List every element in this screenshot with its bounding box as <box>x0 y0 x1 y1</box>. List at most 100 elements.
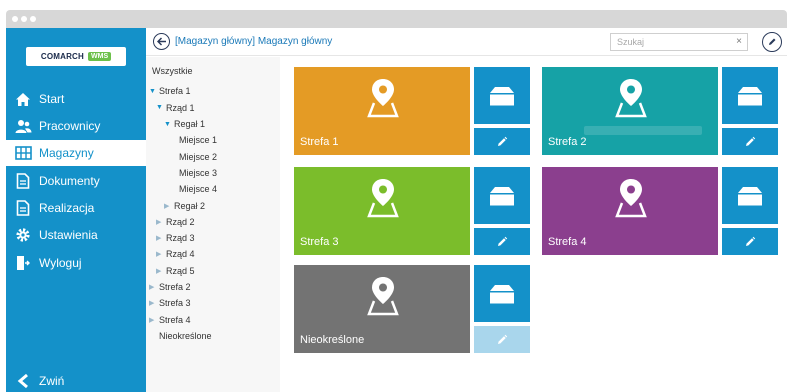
sidebar-item-dokumenty[interactable]: Dokumenty <box>6 168 146 194</box>
zone-edit-button[interactable] <box>474 128 530 155</box>
zone-edit-button[interactable] <box>722 128 778 155</box>
tree-item[interactable]: Miejsce 3 <box>146 165 280 181</box>
gear-icon <box>14 227 32 243</box>
sidebar-item-pracownicy[interactable]: Pracownicy <box>6 113 146 139</box>
collapse-button[interactable]: Zwiń <box>6 368 146 392</box>
tree-item[interactable]: Miejsce 2 <box>146 148 280 164</box>
pencil-icon <box>769 38 776 45</box>
sidebar-item-label: Start <box>39 92 65 106</box>
box-icon <box>738 86 762 105</box>
expanded-arrow-icon: ▼ <box>156 104 163 112</box>
tree-item-label: Strefa 4 <box>159 314 191 325</box>
sidebar-item-ustawienia[interactable]: Ustawienia <box>6 222 146 248</box>
sidebar-item-label: Wyloguj <box>39 256 82 270</box>
zone-tile-strefa-2[interactable]: Strefa 2 <box>542 67 718 155</box>
zone-label: Strefa 2 <box>548 136 587 148</box>
tree-item[interactable]: ▶ Strefa 3 <box>146 295 280 311</box>
zone-contents-button[interactable] <box>474 265 530 322</box>
arrow-left-icon <box>156 37 166 46</box>
sidebar-item-wyloguj[interactable]: Wyloguj <box>6 250 146 276</box>
zone-contents-button[interactable] <box>722 67 778 124</box>
search-box: × <box>610 33 748 51</box>
zone-contents-button[interactable] <box>722 167 778 224</box>
window-titlebar <box>6 10 787 28</box>
sidebar-item-label: Ustawienia <box>39 228 98 242</box>
box-icon <box>490 284 514 303</box>
tree-item-label: Rząd 2 <box>166 216 195 227</box>
collapsed-arrow-icon: ▶ <box>164 202 170 210</box>
tree-item[interactable]: Miejsce 1 <box>146 132 280 148</box>
tree-item-all[interactable]: Wszystkie <box>146 63 280 79</box>
sidebar-item-start[interactable]: Start <box>6 86 146 112</box>
back-button[interactable] <box>153 33 170 50</box>
window-dot-icon <box>21 16 27 22</box>
breadcrumb[interactable]: [Magazyn główny] Magazyn główny <box>175 36 332 47</box>
tree-item-label: Strefa 1 <box>159 86 191 97</box>
map-pin-icon <box>615 179 647 218</box>
tree-item[interactable]: ▶ Rząd 3 <box>146 230 280 246</box>
tree-item[interactable]: ▼ Regał 1 <box>146 116 280 132</box>
tree-item-label: Rząd 4 <box>166 249 195 260</box>
pencil-icon <box>498 136 508 146</box>
tree-item-label: Rząd 5 <box>166 265 195 276</box>
sidebar-item-label: Realizacja <box>39 201 95 215</box>
tree-item-label: Strefa 2 <box>159 282 191 292</box>
collapsed-arrow-icon: ▶ <box>156 267 162 275</box>
zone-tile-strefa-4[interactable]: Strefa 4 <box>542 167 718 255</box>
tree-item-label: Nieokreślone <box>159 330 212 341</box>
tree-item-label: Rząd 1 <box>166 102 195 113</box>
tree-item[interactable]: ▶ Regał 2 <box>146 197 280 213</box>
zone-label: Nieokreślone <box>300 334 365 346</box>
sidebar-item-magazyny[interactable]: Magazyny <box>6 140 146 166</box>
sidebar: COMARCH WMS Start Pracownicy Magazyny Do… <box>6 28 146 392</box>
tree-item-label: Regał 1 <box>174 119 206 130</box>
zone-edit-button-disabled <box>474 326 530 353</box>
tree-item[interactable]: Nieokreślone <box>146 328 280 344</box>
map-pin-icon <box>367 277 399 316</box>
tree-item-label: Miejsce 1 <box>179 135 218 146</box>
tree-item[interactable]: Miejsce 4 <box>146 181 280 197</box>
edit-mode-button[interactable] <box>762 32 782 52</box>
tile-ghost-overlay <box>584 126 702 135</box>
tree-item-label: Regał 2 <box>174 200 206 211</box>
tree-item-label: Strefa 3 <box>159 298 191 309</box>
tree-item-label: Wszystkie <box>152 66 193 77</box>
zone-edit-button[interactable] <box>474 228 530 255</box>
search-input[interactable] <box>611 34 726 50</box>
zone-edit-button[interactable] <box>722 228 778 255</box>
document-icon <box>14 173 32 189</box>
sidebar-item-realizacja[interactable]: Realizacja <box>6 195 146 221</box>
zone-label: Strefa 1 <box>300 136 339 148</box>
zone-label: Strefa 3 <box>300 236 339 248</box>
tree-item[interactable]: ▶ Strefa 2 <box>146 279 280 295</box>
zone-contents-button[interactable] <box>474 67 530 124</box>
clear-search-icon[interactable]: × <box>736 36 742 47</box>
tree-item[interactable]: ▶ Strefa 4 <box>146 311 280 327</box>
tree-item[interactable]: ▼ Strefa 1 <box>146 83 280 99</box>
zone-contents-button[interactable] <box>474 167 530 224</box>
collapsed-arrow-icon: ▶ <box>149 300 155 308</box>
tree-item[interactable]: ▶ Rząd 2 <box>146 214 280 230</box>
location-tree: Wszystkie ▼ Strefa 1 ▼ Rząd 1 ▼ Regał 1 Mie… <box>146 57 280 392</box>
users-icon <box>14 118 32 134</box>
warehouse-icon <box>14 145 32 161</box>
sidebar-item-label: Dokumenty <box>39 174 100 188</box>
expanded-arrow-icon: ▼ <box>164 120 171 128</box>
window-dot-icon <box>30 16 36 22</box>
pencil-icon <box>746 136 756 146</box>
zone-tile-nieokreslone[interactable]: Nieokreślone <box>294 265 470 353</box>
zone-tile-strefa-3[interactable]: Strefa 3 <box>294 167 470 255</box>
expanded-arrow-icon: ▼ <box>149 87 156 95</box>
collapsed-arrow-icon: ▶ <box>156 218 162 226</box>
tree-item-label: Miejsce 2 <box>179 151 218 162</box>
collapsed-arrow-icon: ▶ <box>149 316 155 324</box>
chevron-left-icon <box>14 373 32 389</box>
zone-tile-strefa-1[interactable]: Strefa 1 <box>294 67 470 155</box>
tree-item[interactable]: ▼ Rząd 1 <box>146 100 280 116</box>
map-pin-icon <box>615 79 647 118</box>
map-pin-icon <box>367 179 399 218</box>
tree-item[interactable]: ▶ Rząd 4 <box>146 246 280 262</box>
tree-item[interactable]: ▶ Rząd 5 <box>146 263 280 279</box>
tree-item-label: Miejsce 4 <box>179 184 218 195</box>
zone-tiles: Strefa 1 Strefa 2 Strefa 3 Strefa 4 Nieo… <box>280 57 787 392</box>
